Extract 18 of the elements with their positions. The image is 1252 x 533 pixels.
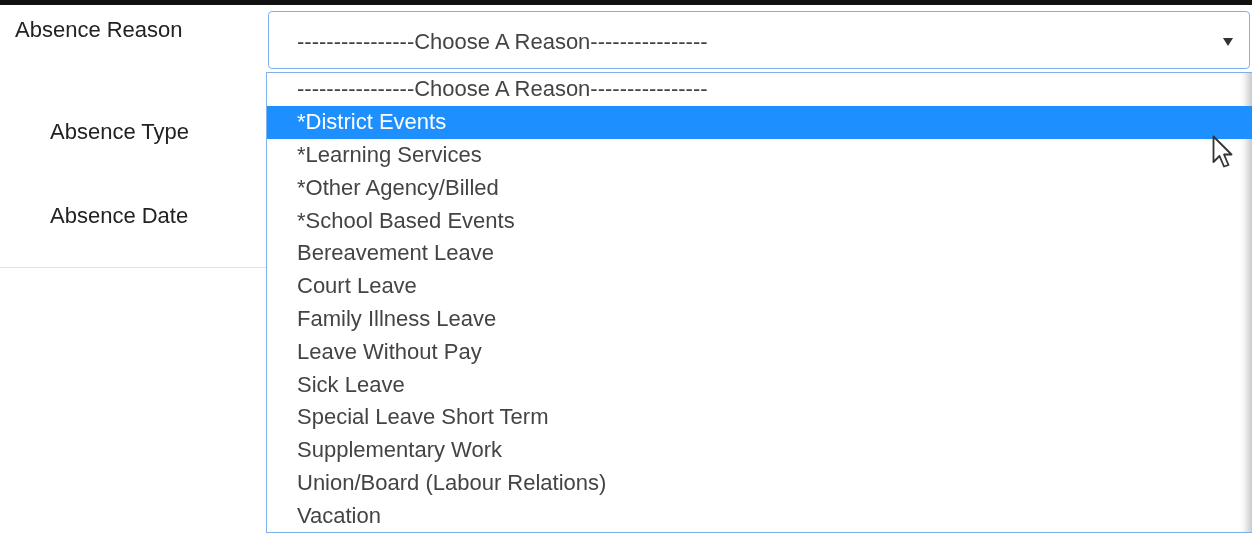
- dropdown-option[interactable]: Family Illness Leave: [267, 302, 1252, 336]
- dropdown-option[interactable]: *Other Agency/Billed: [267, 171, 1252, 205]
- reason-select[interactable]: ----------------Choose A Reason----------------: [268, 11, 1250, 69]
- dropdown-option[interactable]: Vacation: [267, 499, 1252, 533]
- dropdown-option[interactable]: Union/Board (Labour Relations): [267, 466, 1252, 500]
- dropdown-option[interactable]: *Learning Services: [267, 138, 1252, 172]
- field-label: Absence Reason: [14, 16, 184, 44]
- dropdown-option[interactable]: *School Based Events: [267, 204, 1252, 237]
- dropdown-option[interactable]: Special Leave Short Term: [267, 400, 1252, 434]
- field-label: Absence Date: [49, 202, 190, 229]
- dropdown-option[interactable]: Sick Leave: [267, 368, 1252, 401]
- caret-icon: [1223, 38, 1233, 46]
- field-label: Absence Type: [49, 118, 191, 145]
- dropdown-option[interactable]: Leave Without Pay: [267, 335, 1252, 369]
- dropdown-option[interactable]: ----------------Choose A Reason----------------: [267, 73, 1252, 106]
- dropdown-option[interactable]: Bereavement Leave: [267, 237, 1252, 270]
- dropdown-option[interactable]: Court Leave: [267, 269, 1252, 303]
- dropdown-option[interactable]: Supplementary Work: [267, 433, 1252, 467]
